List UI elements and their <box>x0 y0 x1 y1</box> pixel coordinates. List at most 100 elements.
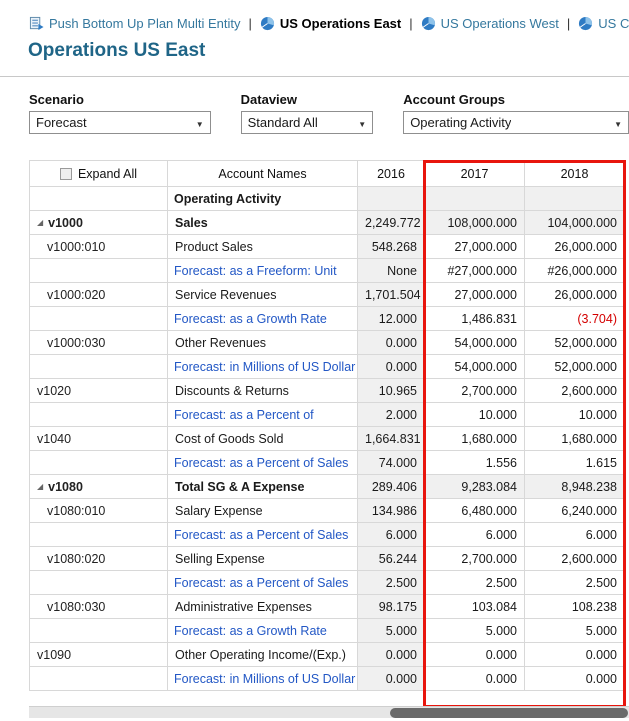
cell-2016[interactable]: 548.268 <box>357 234 425 259</box>
cell-2018[interactable]: 0.000 <box>524 666 625 691</box>
cell-2018[interactable]: #26,000.000 <box>524 258 625 283</box>
forecast-link[interactable]: Forecast: as a Growth Rate <box>174 312 327 326</box>
cell-2017[interactable]: 2.500 <box>424 570 525 595</box>
cell-2016[interactable]: 0.000 <box>357 642 425 667</box>
cell-2017[interactable]: 9,283.084 <box>424 474 525 499</box>
tab-bar: Push Bottom Up Plan Multi Entity | US Op… <box>0 0 629 33</box>
dataview-select[interactable]: Standard All <box>240 111 374 134</box>
member-cell <box>29 522 168 547</box>
cell-2016[interactable]: 12.000 <box>357 306 425 331</box>
collapse-triangle-icon[interactable] <box>37 480 43 494</box>
account-groups-select[interactable]: Operating Activity <box>403 111 629 134</box>
cell-2018[interactable]: 104,000.000 <box>524 210 625 235</box>
cell-2018[interactable]: (3.704) <box>524 306 625 331</box>
cell-2017[interactable]: 6,480.000 <box>424 498 525 523</box>
cell-2018[interactable] <box>524 186 625 211</box>
cell-2017[interactable]: 5.000 <box>424 618 525 643</box>
cell-2017[interactable]: 27,000.000 <box>424 234 525 259</box>
cell-2016[interactable]: 134.986 <box>357 498 425 523</box>
cell-2018[interactable]: 26,000.000 <box>524 234 625 259</box>
forecast-link[interactable]: Forecast: as a Percent of <box>174 408 314 422</box>
cell-2016[interactable]: 1,664.831 <box>357 426 425 451</box>
tab-us-operations-central[interactable]: US C <box>578 16 629 31</box>
cell-2017[interactable] <box>424 186 525 211</box>
scenario-select[interactable]: Forecast <box>29 111 211 134</box>
cell-2017[interactable]: #27,000.000 <box>424 258 525 283</box>
cell-2018[interactable]: 2,600.000 <box>524 378 625 403</box>
cell-2018[interactable]: 6,240.000 <box>524 498 625 523</box>
member-label: v1040 <box>37 431 72 446</box>
cell-2016[interactable]: 0.000 <box>357 354 425 379</box>
cell-2018[interactable]: 1.615 <box>524 450 625 475</box>
cell-2018[interactable]: 26,000.000 <box>524 282 625 307</box>
cell-2018[interactable]: 8,948.238 <box>524 474 625 499</box>
forecast-link[interactable]: Forecast: as a Percent of Sales <box>174 528 348 542</box>
cell-2017[interactable]: 103.084 <box>424 594 525 619</box>
cell-2016[interactable]: 6.000 <box>357 522 425 547</box>
grid-row: v1020 Discounts & Returns 10.965 2,700.000 2… <box>29 378 625 403</box>
cell-2016[interactable]: 0.000 <box>357 330 425 355</box>
cell-2016[interactable]: 0.000 <box>357 666 425 691</box>
forecast-link[interactable]: Forecast: in Millions of US Dollar <box>174 360 355 374</box>
tab-us-operations-west[interactable]: US Operations West <box>421 16 559 31</box>
tab-push-bottom-up-plan-multi-entity[interactable]: Push Bottom Up Plan Multi Entity <box>29 16 240 31</box>
cell-2018[interactable]: 2,600.000 <box>524 546 625 571</box>
forecast-link[interactable]: Forecast: as a Freeform: Unit <box>174 264 337 278</box>
cell-2017[interactable]: 54,000.000 <box>424 330 525 355</box>
cell-2017[interactable]: 0.000 <box>424 642 525 667</box>
collapse-triangle-icon[interactable] <box>37 216 43 230</box>
scrollbar-thumb[interactable] <box>390 708 628 718</box>
cell-2016[interactable]: 2.000 <box>357 402 425 427</box>
cell-2017[interactable]: 1.556 <box>424 450 525 475</box>
forecast-link-cell: Forecast: as a Percent of Sales <box>167 522 358 547</box>
cell-2017[interactable]: 54,000.000 <box>424 354 525 379</box>
cell-2016[interactable]: None <box>357 258 425 283</box>
cell-2018[interactable]: 0.000 <box>524 642 625 667</box>
cell-2016[interactable]: 98.175 <box>357 594 425 619</box>
forecast-link[interactable]: Forecast: as a Percent of Sales <box>174 576 348 590</box>
cell-2017[interactable]: 2,700.000 <box>424 546 525 571</box>
cell-2016[interactable]: 10.965 <box>357 378 425 403</box>
cell-2017[interactable]: 10.000 <box>424 402 525 427</box>
expand-all-checkbox[interactable] <box>59 167 72 180</box>
cell-2018[interactable]: 6.000 <box>524 522 625 547</box>
column-header-2016[interactable]: 2016 <box>357 160 425 187</box>
dataview-label: Dataview <box>240 92 298 107</box>
cell-2016[interactable]: 2.500 <box>357 570 425 595</box>
cell-2018[interactable]: 1,680.000 <box>524 426 625 451</box>
cell-2016[interactable]: 74.000 <box>357 450 425 475</box>
cell-2018[interactable]: 52,000.000 <box>524 330 625 355</box>
horizontal-scrollbar[interactable] <box>29 706 629 718</box>
forecast-link-cell: Forecast: in Millions of US Dollar <box>167 354 358 379</box>
cell-2017[interactable]: 0.000 <box>424 666 525 691</box>
forecast-link[interactable]: Forecast: in Millions of US Dollar <box>174 672 355 686</box>
column-header-2017[interactable]: 2017 <box>424 160 525 187</box>
cell-2017[interactable]: 1,486.831 <box>424 306 525 331</box>
cell-2016[interactable]: 1,701.504 <box>357 282 425 307</box>
column-header-2018[interactable]: 2018 <box>524 160 625 187</box>
cell-2017[interactable]: 1,680.000 <box>424 426 525 451</box>
cell-2017[interactable]: 6.000 <box>424 522 525 547</box>
cell-2016[interactable]: 289.406 <box>357 474 425 499</box>
cell-2017[interactable]: 27,000.000 <box>424 282 525 307</box>
grid-row: Forecast: in Millions of US Dollar 0.000 0… <box>29 666 625 691</box>
cell-2017[interactable]: 108,000.000 <box>424 210 525 235</box>
cell-2018[interactable]: 108.238 <box>524 594 625 619</box>
cell-2018[interactable]: 10.000 <box>524 402 625 427</box>
cell-2018[interactable]: 52,000.000 <box>524 354 625 379</box>
cell-2016[interactable] <box>357 186 425 211</box>
member-cell <box>29 402 168 427</box>
forecast-link[interactable]: Forecast: as a Growth Rate <box>174 624 327 638</box>
forecast-link-cell: Forecast: as a Percent of Sales <box>167 570 358 595</box>
cell-2018[interactable]: 2.500 <box>524 570 625 595</box>
member-label: v1080:010 <box>47 503 106 518</box>
cell-2016[interactable]: 5.000 <box>357 618 425 643</box>
cell-2018[interactable]: 5.000 <box>524 618 625 643</box>
member-cell <box>29 306 168 331</box>
grid-row: v1040 Cost of Goods Sold 1,664.831 1,680.00… <box>29 426 625 451</box>
forecast-link[interactable]: Forecast: as a Percent of Sales <box>174 456 348 470</box>
cell-2017[interactable]: 2,700.000 <box>424 378 525 403</box>
tab-us-operations-east[interactable]: US Operations East <box>260 16 401 31</box>
cell-2016[interactable]: 56.244 <box>357 546 425 571</box>
cell-2016[interactable]: 2,249.772 <box>357 210 425 235</box>
